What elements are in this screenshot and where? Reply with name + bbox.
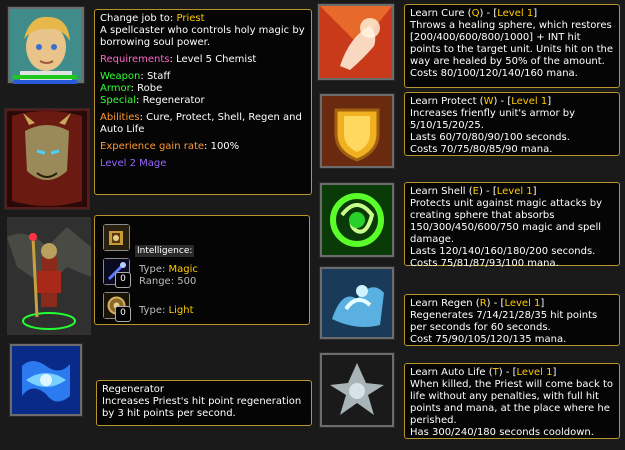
auto-life-icon [322,355,392,425]
job-description: A spellcaster who controls holy magic by… [100,25,305,48]
cure-hotkey: Q [471,8,480,19]
weapon-value: : Staff [140,71,171,82]
cure-description: Throws a healing sphere, which restores … [410,20,614,67]
requirements-label: Requirements [100,54,170,65]
gargoyle-portrait-icon [7,111,87,207]
special-line: Special: Regenerator [100,95,306,107]
auto-life-title: Learn Auto Life (T) - [Level 1] [410,367,557,378]
protect-tooltip: Learn Protect (W) - [Level 1] Increases … [404,92,620,156]
auto-life-name: Learn Auto Life [410,367,486,378]
intelligence-slot[interactable] [103,224,130,251]
protect-button[interactable] [319,93,395,169]
priest-model-icon [7,217,91,335]
shell-level: Level 1 [496,186,533,197]
shell-title: Learn Shell (E) - [Level 1] [410,186,537,197]
exp-label: Experience gain rate [100,141,205,152]
special-value: : Regenerator [136,95,205,106]
hp-bar [13,75,77,79]
armor-line: Armor: Robe [100,83,306,95]
attack-count: 0 [115,272,131,288]
cure-level: Level 1 [497,8,534,19]
priest-model[interactable] [7,217,91,335]
range-label: Range: [139,276,175,287]
intelligence-label: Intelligence: [135,245,195,257]
exp-value: : 100% [204,141,240,152]
cure-tooltip: Learn Cure (Q) - [Level 1] Throws a heal… [404,4,620,88]
regen-button[interactable] [319,266,395,340]
armor-value: : Robe [130,83,163,94]
regen-cost: Cost 75/90/105/120/135 mana. [410,334,567,345]
job-name: Priest [176,13,205,24]
regen-title: Learn Regen (R) - [Level 1] [410,298,545,309]
regen-hotkey: R [479,298,487,309]
protect-level: Level 1 [511,96,548,107]
mana-bar [13,80,77,84]
shell-tooltip: Learn Shell (E) - [Level 1] Protects uni… [404,182,620,269]
change-job-label: Change job to: [100,13,174,24]
regen-name: Learn Regen [410,298,473,309]
armor-type-label: Type: [139,305,166,316]
hero-portrait-icon [10,9,82,81]
protect-description: Increases frienfly unit's armor by 5/10/… [410,108,575,131]
shell-description: Protects unit against magic attacks by c… [410,198,603,245]
exp-line: Experience gain rate: 100% [100,141,306,153]
protect-cost: Costs 70/75/80/85/90 mana. [410,144,553,155]
armor-label: Armor [100,83,131,94]
regenerator-icon [12,346,80,414]
weapon-line: Weapon: Staff [100,71,306,83]
auto-life-level: Level 1 [516,367,553,378]
level-text: Level 2 Mage [100,158,167,169]
job-info-panel: Change job to: Priest A spellcaster who … [94,9,312,195]
requirements-value: : Level 5 Chemist [169,54,257,65]
hero-portrait[interactable] [7,6,85,84]
intelligence-icon [104,225,129,250]
armor-info: Type: Light [139,305,194,317]
special-description: Increases Priest's hit point regeneratio… [102,396,302,419]
regen-description: Regenerates 7/14/21/28/35 hit points per… [410,310,598,333]
armor-type-value: Light [168,305,194,316]
auto-life-cooldown: Has 300/240/180 seconds cooldown. [410,427,594,438]
attack-type-value: Magic [168,264,198,275]
abilities-label: Abilities [100,112,140,123]
regen-level: Level 1 [504,298,541,309]
auto-life-hotkey: T [492,367,499,378]
special-label: Special [100,95,137,106]
attack-info: Type: Magic Range: 500 [139,264,198,288]
range-value: 500 [177,276,197,287]
shell-cost: Costs 75/81/87/93/100 mana. [410,258,559,269]
shell-name: Learn Shell [410,186,466,197]
auto-life-description: When killed, the Priest will come back t… [410,379,614,426]
weapon-label: Weapon [100,71,141,82]
requirements: Requirements: Level 5 Chemist [100,54,306,66]
stats-panel: Intelligence: 0 Type: Magic Range: 500 0… [94,215,310,325]
shell-button[interactable] [319,182,395,258]
cure-title: Learn Cure (Q) - [Level 1] [410,8,538,19]
special-tooltip: Regenerator Increases Priest's hit point… [96,380,312,426]
shell-icon [322,185,392,255]
cure-name: Learn Cure [410,8,465,19]
regenerator-button[interactable] [9,343,83,417]
attack-type-label: Type: [139,264,166,275]
defense-count: 0 [115,306,131,322]
job-title: Change job to: Priest [100,13,306,25]
protect-hotkey: W [483,96,494,107]
protect-title: Learn Protect (W) - [Level 1] [410,96,552,107]
protect-duration: Lasts 60/70/80/90/100 seconds. [410,132,570,143]
auto-life-tooltip: Learn Auto Life (T) - [Level 1] When kil… [404,363,620,439]
special-title: Regenerator [102,384,165,395]
attack-slot[interactable]: 0 [103,258,131,288]
armor-slot[interactable]: 0 [103,292,131,322]
shell-hotkey: E [472,186,479,197]
cure-icon [320,6,392,78]
regen-tooltip: Learn Regen (R) - [Level 1] Regenerates … [404,294,620,346]
cure-button[interactable] [317,3,395,81]
unit-portrait[interactable] [4,108,90,210]
abilities-line: Abilities: Cure, Protect, Shell, Regen a… [100,112,306,136]
regen-icon [322,269,392,337]
protect-name: Learn Protect [410,96,477,107]
protect-icon [322,96,392,166]
cure-cost: Costs 80/100/120/140/160 mana. [410,68,578,79]
shell-duration: Lasts 120/140/160/180/200 seconds. [410,246,596,257]
auto-life-button[interactable] [319,352,395,428]
